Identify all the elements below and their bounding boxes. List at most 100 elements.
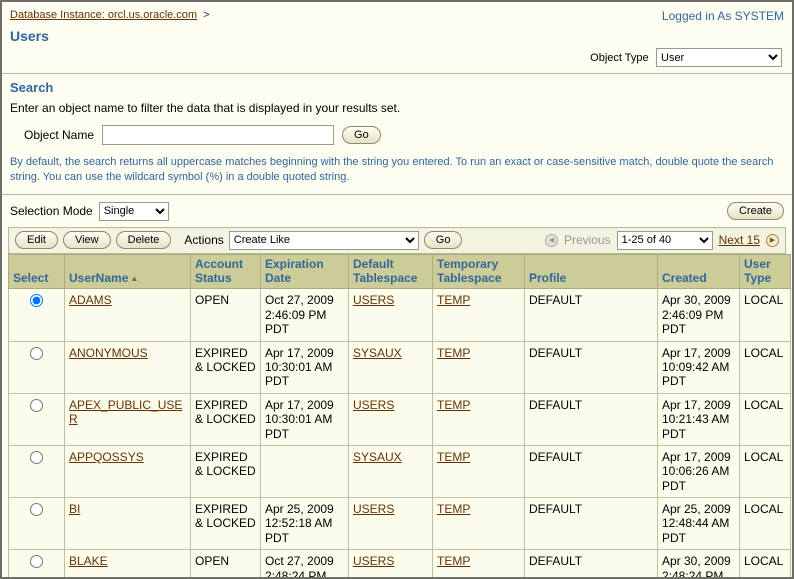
cell-default-tablespace: USERS (348, 549, 433, 577)
username-link[interactable]: BI (69, 502, 80, 516)
view-button[interactable]: View (62, 231, 111, 250)
cell-created: Apr 17, 2009 10:09:42 AM PDT (657, 340, 740, 394)
cell-default-tablespace: USERS (348, 497, 433, 551)
row-select-radio[interactable] (30, 294, 43, 308)
temporary-tablespace-link[interactable]: TEMP (437, 398, 470, 412)
cell-expiration-date: Apr 25, 2009 12:52:18 AM PDT (260, 497, 349, 551)
username-link[interactable]: ADAMS (69, 293, 112, 307)
object-type-row: Object Type User (2, 48, 792, 73)
cell-username: ANONYMOUS (64, 340, 191, 394)
temporary-tablespace-link[interactable]: TEMP (437, 293, 470, 307)
cell-select (8, 444, 65, 499)
header-expiration-date: Expiration Date (260, 253, 349, 290)
cell-default-tablespace: USERS (348, 392, 433, 446)
cell-temporary-tablespace: TEMP (432, 340, 525, 394)
cell-account-status: EXPIRED & LOCKED (190, 392, 261, 446)
temporary-tablespace-link[interactable]: TEMP (437, 554, 470, 568)
header-username-label: UserName (69, 270, 129, 285)
table-header-row: Select UserName ▲ Account Status Expirati… (8, 253, 791, 290)
cell-account-status: EXPIRED & LOCKED (190, 444, 261, 499)
object-type-select[interactable]: User (656, 48, 782, 67)
object-name-row: Object Name Go (10, 125, 784, 145)
header-temporary-tablespace: Temporary Tablespace (432, 253, 525, 290)
cell-user-type: LOCAL (739, 392, 791, 446)
selection-mode-select[interactable]: Single (98, 201, 169, 221)
cell-account-status: OPEN (190, 288, 261, 342)
cell-profile: DEFAULT (524, 392, 658, 446)
cell-user-type: LOCAL (739, 549, 791, 577)
cell-temporary-tablespace: TEMP (432, 288, 525, 342)
next-page-link[interactable]: Next 15 (719, 233, 760, 247)
header-select: Select (8, 253, 65, 290)
header-created: Created (657, 253, 740, 290)
cell-temporary-tablespace: TEMP (432, 444, 525, 499)
cell-default-tablespace: SYSAUX (348, 340, 433, 394)
header-username[interactable]: UserName ▲ (64, 253, 191, 290)
default-tablespace-link[interactable]: USERS (353, 502, 394, 516)
default-tablespace-link[interactable]: USERS (353, 398, 394, 412)
default-tablespace-link[interactable]: SYSAUX (353, 346, 402, 360)
cell-username: BI (64, 497, 191, 551)
cell-account-status: EXPIRED & LOCKED (190, 497, 261, 551)
table-row: BLAKE OPEN Oct 27, 2009 2:48:24 PM PDT U… (8, 549, 791, 577)
row-select-radio[interactable] (30, 555, 43, 569)
row-select-radio[interactable] (30, 503, 43, 517)
search-section-title: Search (10, 80, 54, 95)
default-tablespace-link[interactable]: USERS (353, 554, 394, 568)
cell-profile: DEFAULT (524, 549, 658, 577)
default-tablespace-link[interactable]: SYSAUX (353, 450, 402, 464)
breadcrumb: Database Instance: orcl.us.oracle.com > (10, 9, 210, 21)
cell-select (8, 497, 65, 551)
header-account-status: Account Status (190, 253, 261, 290)
username-link[interactable]: APPQOSSYS (69, 450, 144, 464)
users-table: Select UserName ▲ Account Status Expirati… (8, 253, 791, 577)
actions-label: Actions (184, 233, 224, 248)
cell-temporary-tablespace: TEMP (432, 497, 525, 551)
cell-select (8, 549, 65, 577)
cell-default-tablespace: SYSAUX (348, 444, 433, 499)
cell-profile: DEFAULT (524, 288, 658, 342)
default-tablespace-link[interactable]: USERS (353, 293, 394, 307)
cell-user-type: LOCAL (739, 444, 791, 499)
object-type-label: Object Type (590, 51, 649, 64)
cell-user-type: LOCAL (739, 497, 791, 551)
table-row: BI EXPIRED & LOCKED Apr 25, 2009 12:52:1… (8, 497, 791, 551)
temporary-tablespace-link[interactable]: TEMP (437, 346, 470, 360)
cell-expiration-date: Apr 17, 2009 10:30:01 AM PDT (260, 392, 349, 446)
table-row: ADAMS OPEN Oct 27, 2009 2:46:09 PM PDT U… (8, 288, 791, 342)
table-row: APPQOSSYS EXPIRED & LOCKED SYSAUX TEMP D… (8, 444, 791, 499)
cell-select (8, 288, 65, 342)
table-row: APEX_PUBLIC_USER EXPIRED & LOCKED Apr 17… (8, 392, 791, 446)
row-select-radio[interactable] (30, 346, 43, 360)
create-button[interactable]: Create (726, 202, 784, 221)
username-link[interactable]: BLAKE (69, 554, 108, 568)
header-default-tablespace: Default Tablespace (348, 253, 433, 290)
row-select-radio[interactable] (30, 398, 43, 412)
search-description: Enter an object name to filter the data … (10, 101, 401, 115)
temporary-tablespace-link[interactable]: TEMP (437, 502, 470, 516)
username-link[interactable]: ANONYMOUS (69, 346, 148, 360)
actions-go-button[interactable]: Go (423, 231, 463, 250)
search-go-button[interactable]: Go (342, 126, 381, 144)
edit-button[interactable]: Edit (15, 231, 58, 250)
table-toolbar: Edit View Delete Actions Create Like Go … (8, 226, 786, 254)
actions-select[interactable]: Create Like (228, 230, 419, 250)
breadcrumb-database-instance-link[interactable]: Database Instance: orcl.us.oracle.com (10, 9, 197, 21)
cell-expiration-date: Oct 27, 2009 2:46:09 PM PDT (260, 288, 349, 342)
row-select-radio[interactable] (30, 450, 43, 464)
selection-mode-label: Selection Mode (10, 204, 93, 219)
cell-account-status: EXPIRED & LOCKED (190, 340, 261, 394)
previous-label: Previous (563, 233, 611, 248)
cell-temporary-tablespace: TEMP (432, 392, 525, 446)
temporary-tablespace-link[interactable]: TEMP (437, 450, 470, 464)
object-name-input[interactable] (102, 125, 335, 145)
next-page-icon[interactable]: ▶ (766, 233, 779, 247)
cell-select (8, 340, 65, 394)
delete-button[interactable]: Delete (115, 231, 172, 250)
username-link[interactable]: APEX_PUBLIC_USER (69, 398, 182, 426)
cell-profile: DEFAULT (524, 497, 658, 551)
header-user-type: User Type (739, 253, 791, 290)
cell-username: ADAMS (64, 288, 191, 342)
search-hint-text: By default, the search returns all upper… (10, 156, 774, 184)
record-range-select[interactable]: 1-25 of 40 (616, 230, 713, 250)
